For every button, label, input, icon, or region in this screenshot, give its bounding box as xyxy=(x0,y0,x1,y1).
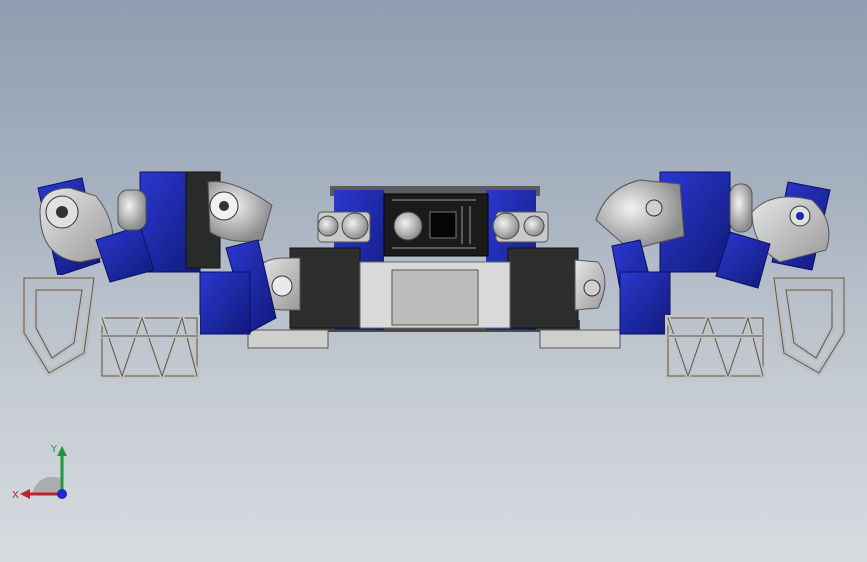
triad-plane xyxy=(32,476,62,494)
x-axis-label: X xyxy=(12,490,19,501)
servo-left-knee xyxy=(199,271,251,335)
foot-truss-left xyxy=(102,318,197,376)
foot-frame-left-outer xyxy=(24,278,94,373)
leg-left-rear[interactable] xyxy=(37,177,155,283)
z-axis-icon xyxy=(57,489,67,499)
shoulder-horn-right xyxy=(574,259,606,311)
body-bracket-right xyxy=(539,329,621,349)
body-bracket-left xyxy=(247,329,329,349)
servo-right-knee xyxy=(619,271,671,335)
ultrasonic-sensor-right xyxy=(492,211,549,243)
battery-cell xyxy=(391,269,479,326)
buzzer xyxy=(393,211,423,241)
ultrasonic-sensor-left xyxy=(317,211,371,243)
y-axis-label: Y xyxy=(50,444,58,455)
orientation-triad: Y X xyxy=(12,444,67,501)
robot-body[interactable] xyxy=(247,186,621,349)
robot-assembly-model[interactable] xyxy=(0,0,867,562)
cad-viewport[interactable]: Y X xyxy=(0,0,867,562)
foot-frame-right-outer xyxy=(774,278,844,373)
foot-truss-right xyxy=(668,318,763,376)
leg-left-front[interactable] xyxy=(139,171,277,335)
mcu-chip xyxy=(429,211,457,239)
center-servo-right xyxy=(507,247,579,329)
